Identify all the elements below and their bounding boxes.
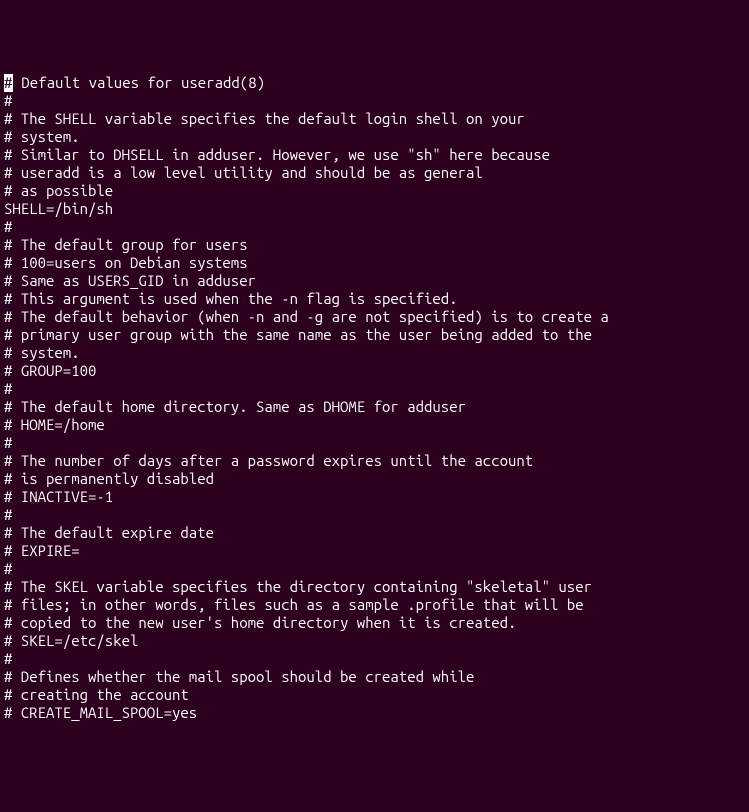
terminal-line: # primary user group with the same name … xyxy=(4,326,745,344)
terminal-line: # This argument is used when the -n flag… xyxy=(4,290,745,308)
cursor: # xyxy=(4,74,13,92)
terminal-line: # The number of days after a password ex… xyxy=(4,452,745,470)
terminal-line: # as possible xyxy=(4,182,745,200)
terminal-line: # Default values for useradd(8) xyxy=(4,74,745,92)
line-text: Default values for useradd(8) xyxy=(13,74,265,91)
terminal-line: # Defines whether the mail spool should … xyxy=(4,668,745,686)
terminal-line: # Same as USERS_GID in adduser xyxy=(4,272,745,290)
terminal-line: # The default expire date xyxy=(4,524,745,542)
terminal-line: # useradd is a low level utility and sho… xyxy=(4,164,745,182)
terminal-line: # HOME=/home xyxy=(4,416,745,434)
terminal-line: # system. xyxy=(4,128,745,146)
terminal-line: # Similar to DHSELL in adduser. However,… xyxy=(4,146,745,164)
terminal-line: # EXPIRE= xyxy=(4,542,745,560)
terminal-line: # xyxy=(4,506,745,524)
terminal-line: # INACTIVE=-1 xyxy=(4,488,745,506)
terminal-line: # system. xyxy=(4,344,745,362)
terminal-line: # The default home directory. Same as DH… xyxy=(4,398,745,416)
terminal-line: # The SKEL variable specifies the direct… xyxy=(4,578,745,596)
terminal-line: # The default behavior (when -n and -g a… xyxy=(4,308,745,326)
terminal-line: # xyxy=(4,380,745,398)
terminal-content[interactable]: # Default values for useradd(8)## The SH… xyxy=(4,74,745,722)
terminal-line: # The default group for users xyxy=(4,236,745,254)
terminal-line: # CREATE_MAIL_SPOOL=yes xyxy=(4,704,745,722)
terminal-line: # xyxy=(4,218,745,236)
terminal-line: # xyxy=(4,560,745,578)
terminal-line: # xyxy=(4,92,745,110)
terminal-line: # xyxy=(4,434,745,452)
terminal-line: # The SHELL variable specifies the defau… xyxy=(4,110,745,128)
terminal-line: # is permanently disabled xyxy=(4,470,745,488)
terminal-line: # files; in other words, files such as a… xyxy=(4,596,745,614)
terminal-line: # xyxy=(4,650,745,668)
terminal-line: # SKEL=/etc/skel xyxy=(4,632,745,650)
terminal-line: # creating the account xyxy=(4,686,745,704)
terminal-line: # copied to the new user's home director… xyxy=(4,614,745,632)
terminal-line: SHELL=/bin/sh xyxy=(4,200,745,218)
terminal-line: # 100=users on Debian systems xyxy=(4,254,745,272)
terminal-line: # GROUP=100 xyxy=(4,362,745,380)
